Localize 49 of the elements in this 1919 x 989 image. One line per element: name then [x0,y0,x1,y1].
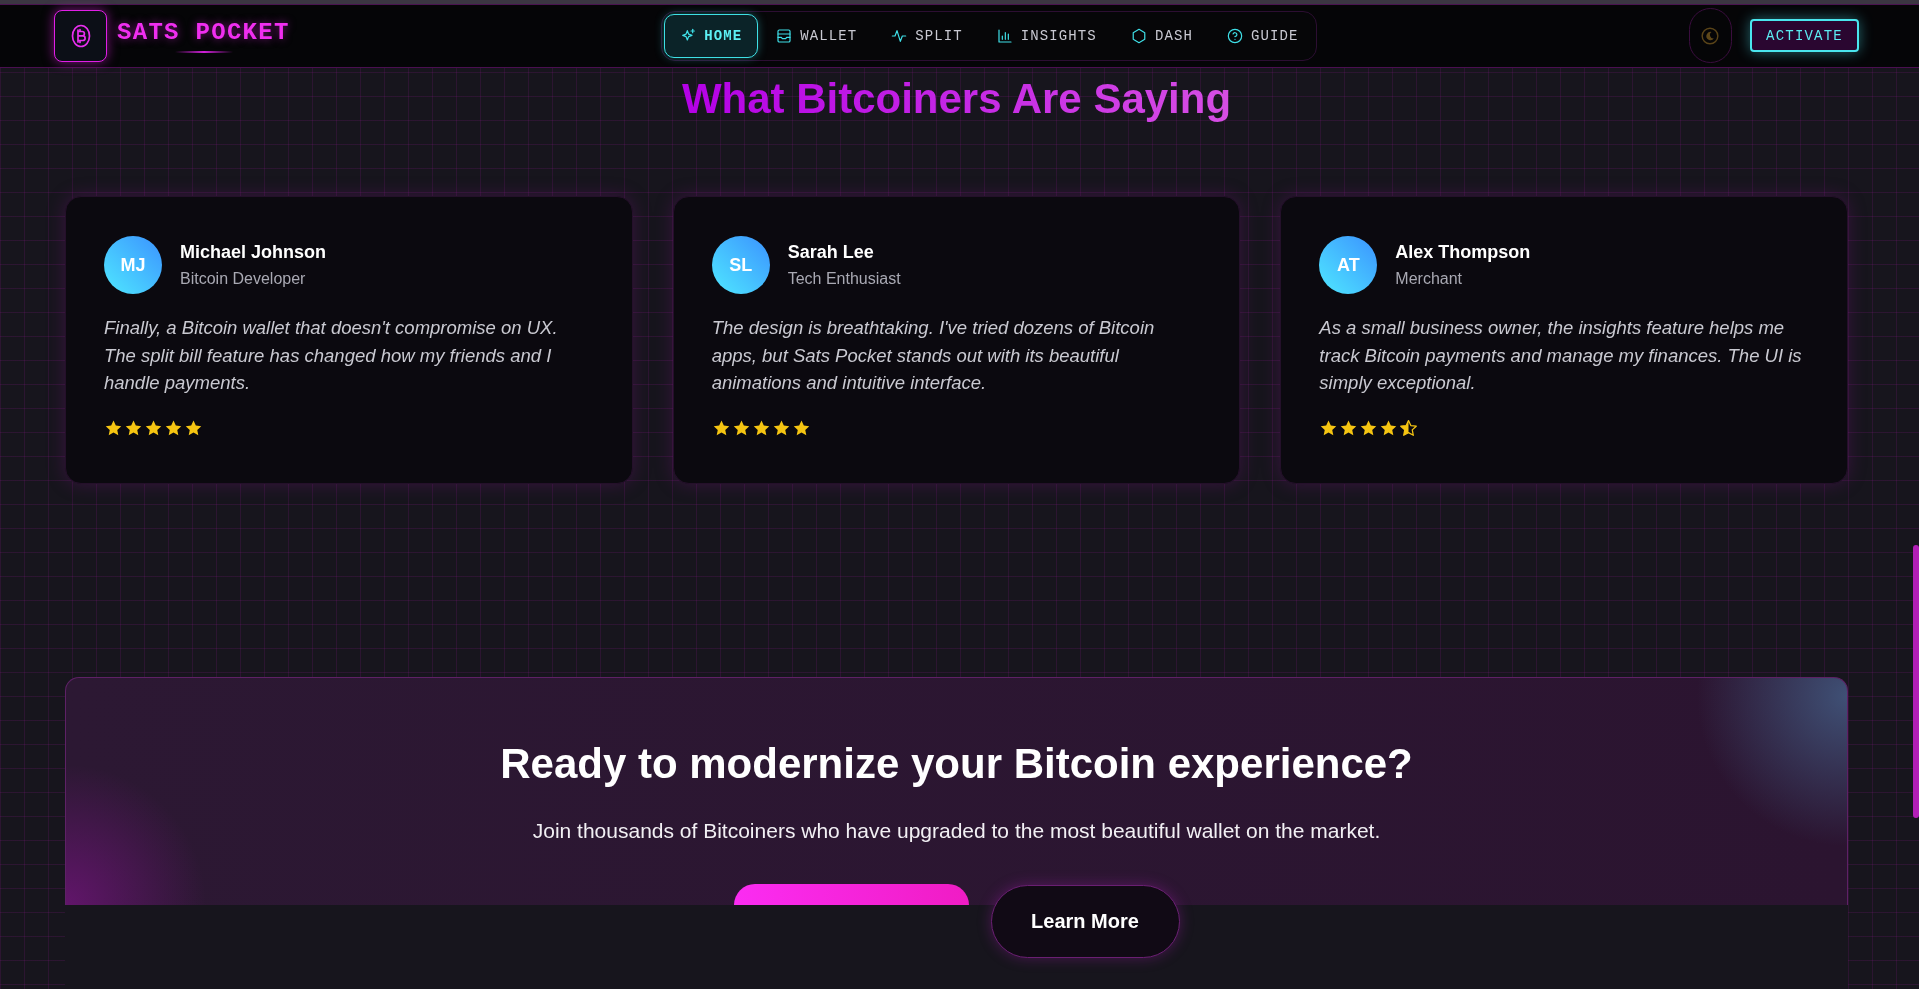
nav-tab[interactable]: HOME [664,13,759,58]
testimonial-quote: The design is breathtaking. I've tried dozens of Bitcoin apps, but Sats Pocket stands out with its beautiful animations and intuitive interface. [711,316,1156,395]
avatar: AT [1319,236,1378,294]
hexagon-icon [1130,27,1147,44]
moon-icon [1701,26,1720,45]
learn-more-button[interactable]: Learn More [990,885,1180,958]
avatar: MJ [104,236,162,294]
testimonial-quote: As a small business owner, the insights feature helps me track Bitcoin payments and manage my finances. The UI is simply exceptional. [1319,316,1803,395]
primary-button[interactable] [733,884,969,905]
person-name: Michael Johnson [180,241,327,264]
star-icon [144,418,163,438]
help-icon [1226,27,1243,44]
half-star-icon [1399,418,1419,438]
pulse-icon [891,27,908,44]
person-name: Sarah Lee [787,241,875,264]
star-icon [791,418,811,438]
nav-tab[interactable]: GUIDE [1210,13,1315,58]
star-icon [164,418,183,438]
coin-icon [54,9,107,62]
nav-tab[interactable]: WALLET [760,13,874,58]
star-icon [1319,418,1339,438]
star-icon [751,418,771,438]
star-icon [1359,418,1379,438]
nav-tab[interactable]: SPLIT [875,13,979,58]
person-name: Alex Thompson [1395,241,1531,264]
nav-tab[interactable]: DASH [1114,13,1209,58]
person-role: Bitcoin Developer [180,269,307,289]
star-icon [711,418,731,438]
cta-text: Join thousands of Bitcoiners who have upgraded to the most beautiful wallet on the market. [532,818,1381,844]
person-role: Merchant [1395,269,1464,289]
wallet-icon [776,27,793,44]
star-icon [771,418,791,438]
brand-name[interactable]: SATS POCKET [117,18,290,47]
avatar: SL [711,236,770,294]
activate-button[interactable]: ACTIVATE [1750,19,1859,52]
person-role: Tech Enthusiast [787,269,901,289]
sparkle-icon [680,27,697,44]
bar-chart-icon [996,27,1013,44]
theme-toggle[interactable] [1689,8,1732,63]
star-icon [731,418,751,438]
testimonial-quote: Finally, a Bitcoin wallet that doesn't compromise on UX. The split bill feature has changed how my friends and I handle payments. [104,316,559,395]
star-icon [1379,418,1399,438]
star-icon [104,418,123,438]
nav-tab[interactable]: INSIGHTS [980,13,1113,58]
star-icon [1339,418,1359,438]
cta-heading: Ready to modernize your Bitcoin experience? [500,741,1413,787]
star-icon [124,418,143,438]
scrollbar-thumb[interactable] [1913,545,1919,818]
star-icon [184,418,203,438]
